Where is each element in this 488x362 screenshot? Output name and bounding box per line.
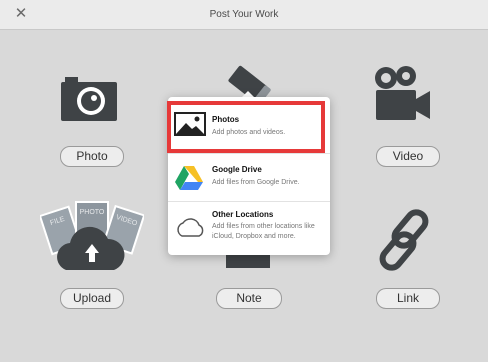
upload-button[interactable]: Upload — [60, 288, 124, 309]
photo-card-label: PHOTO — [80, 209, 105, 216]
menu-option-other-locations[interactable]: Other Locations Add files from other loc… — [168, 202, 330, 255]
menu-option-subtitle: Add files from other locations like iClo… — [212, 223, 315, 240]
menu-option-title: Other Locations — [212, 210, 274, 219]
title-bar: ✕ Post Your Work — [0, 0, 488, 30]
menu-option-subtitle: Add files from Google Drive. — [212, 179, 300, 186]
photos-option-highlight — [167, 101, 325, 153]
video-camera-icon[interactable] — [374, 66, 432, 122]
cloud-upload-icon[interactable]: FILE PHOTO VIDEO — [40, 198, 144, 276]
google-drive-icon — [175, 166, 203, 190]
link-button[interactable]: Link — [376, 288, 440, 309]
photo-button[interactable]: Photo — [60, 146, 124, 167]
window-title: Post Your Work — [209, 9, 279, 20]
cloud-icon — [177, 218, 204, 237]
menu-option-title: Google Drive — [212, 165, 262, 174]
link-icon[interactable] — [375, 208, 437, 272]
note-button[interactable]: Note — [216, 288, 282, 309]
video-button[interactable]: Video — [376, 146, 440, 167]
camera-icon[interactable] — [61, 77, 117, 121]
menu-option-google-drive[interactable]: Google Drive Add files from Google Drive… — [168, 154, 330, 200]
